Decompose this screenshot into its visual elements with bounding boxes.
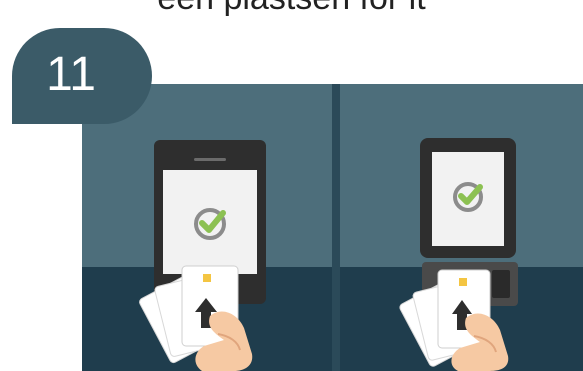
caption-text: een plastsen for it	[0, 0, 583, 18]
mobile-terminal-speaker	[194, 158, 226, 161]
step-number: 11	[46, 48, 96, 101]
left-panel	[139, 140, 266, 371]
mobile-terminal-screen	[163, 170, 257, 274]
right-panel	[399, 138, 518, 371]
payment-illustration	[139, 138, 518, 371]
card-reader-keypad	[492, 270, 510, 298]
